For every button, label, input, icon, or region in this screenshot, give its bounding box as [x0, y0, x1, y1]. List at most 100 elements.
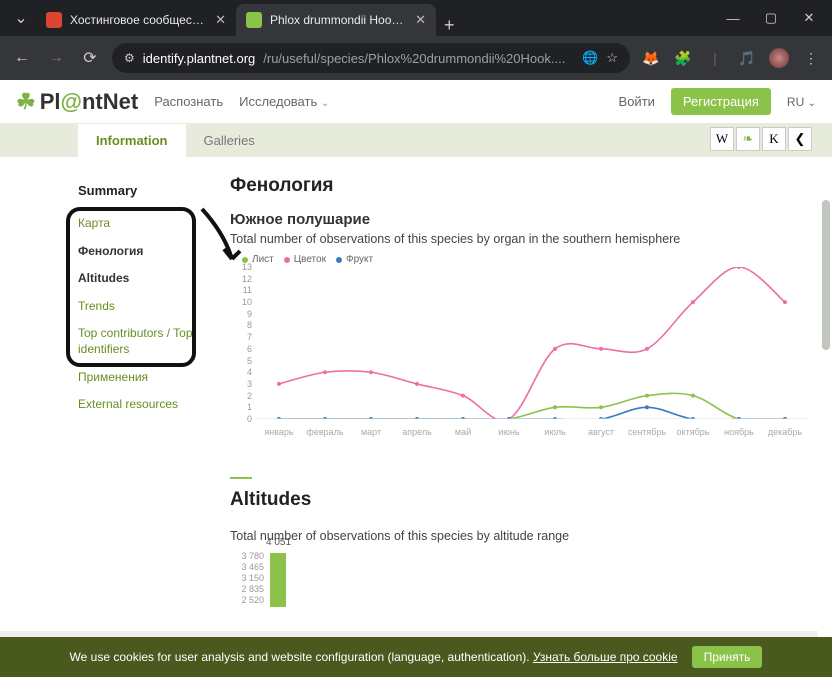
y-tick: 0: [234, 414, 252, 424]
tab-list-chevron[interactable]: ⌄: [6, 0, 36, 36]
k-icon[interactable]: K: [762, 127, 786, 151]
login-link[interactable]: Войти: [619, 94, 655, 109]
x-tick: март: [348, 427, 394, 437]
url-host: identify.plantnet.org: [143, 51, 256, 66]
favicon: [46, 12, 62, 28]
y-tick: 6: [234, 344, 252, 354]
tab-title: Phlox drummondii Hook., Флок: [270, 13, 407, 27]
data-point[interactable]: [783, 300, 787, 304]
main: Summary Карта Фенология Altitudes Trends…: [0, 157, 832, 607]
altitudes-desc: Total number of observations of this spe…: [230, 529, 808, 543]
data-point[interactable]: [369, 370, 373, 374]
data-point[interactable]: [461, 394, 465, 398]
cookie-text: We use cookies for user analysis and web…: [70, 650, 678, 664]
data-point[interactable]: [691, 300, 695, 304]
sidebar-item-uses[interactable]: Применения: [78, 364, 196, 392]
section-divider: [230, 477, 252, 479]
scrollbar-thumb[interactable]: [822, 200, 830, 350]
divider-icon: |: [704, 47, 726, 69]
tab-galleries[interactable]: Galleries: [186, 124, 273, 157]
profile-avatar[interactable]: [768, 47, 790, 69]
data-point[interactable]: [277, 382, 281, 386]
close-icon[interactable]: ✕: [215, 12, 226, 28]
legend-item-fruit[interactable]: Фрукт: [336, 254, 373, 265]
bookmark-icon[interactable]: ☆: [606, 50, 618, 66]
logo[interactable]: ☘ Pl@ntNet: [16, 89, 138, 115]
favicon: [246, 12, 262, 28]
data-point[interactable]: [553, 347, 557, 351]
legend-dot-icon: [336, 257, 342, 263]
x-tick: февраль: [302, 427, 348, 437]
x-tick: декабрь: [762, 427, 808, 437]
legend-dot-icon: [284, 257, 290, 263]
nav-identify[interactable]: Распознать: [154, 94, 223, 109]
media-control-icon[interactable]: 🎵: [736, 47, 758, 69]
close-icon[interactable]: ✕: [415, 12, 426, 28]
legend-item-flower[interactable]: Цветок: [284, 254, 326, 265]
x-tick: ноябрь: [716, 427, 762, 437]
altitude-bar: [270, 553, 286, 607]
menu-icon[interactable]: ⋮: [800, 47, 822, 69]
reload-button[interactable]: ⟳: [78, 48, 102, 68]
chevron-down-icon: ⌄: [808, 98, 816, 109]
sidebar-item-trends[interactable]: Trends: [78, 293, 196, 321]
data-point[interactable]: [691, 394, 695, 398]
extension-metamask-icon[interactable]: 🦊: [640, 47, 662, 69]
language-select[interactable]: RU ⌄: [787, 95, 816, 109]
sidebar-item-contributors[interactable]: Top contributors / Top identifiers: [78, 320, 196, 363]
subsection-desc: Total number of observations of this spe…: [230, 232, 808, 246]
content: Фенология Южное полушарие Total number o…: [190, 161, 832, 607]
alt-y-tick: 3 780: [234, 551, 264, 561]
y-tick: 12: [234, 274, 252, 284]
extensions-icon[interactable]: 🧩: [672, 47, 694, 69]
close-window-button[interactable]: ✕: [792, 6, 826, 30]
x-tick: июль: [532, 427, 578, 437]
forward-button[interactable]: →: [44, 49, 68, 67]
y-tick: 9: [234, 309, 252, 319]
site-header: ☘ Pl@ntNet Распознать Исследовать ⌄ Войт…: [0, 80, 832, 123]
data-point[interactable]: [553, 405, 557, 409]
sidebar-item-map[interactable]: Карта: [78, 210, 196, 238]
altitudes-chart: 4 051 3 7803 4653 1502 8352 520: [234, 551, 808, 607]
x-tick: октябрь: [670, 427, 716, 437]
nav-explore[interactable]: Исследовать ⌄: [239, 94, 329, 109]
alt-y-tick: 3 150: [234, 573, 264, 583]
data-point[interactable]: [599, 405, 603, 409]
x-tick: июнь: [486, 427, 532, 437]
phenology-chart: январьфевральмартапрельмайиюньиюльавгуст…: [234, 267, 808, 437]
address-bar[interactable]: ⚙ identify.plantnet.org/ru/useful/specie…: [112, 43, 630, 73]
sidebar-item-external[interactable]: External resources: [78, 391, 196, 419]
data-point[interactable]: [645, 347, 649, 351]
minimize-button[interactable]: —: [716, 6, 750, 30]
register-button[interactable]: Регистрация: [671, 88, 771, 115]
x-tick: апрель: [394, 427, 440, 437]
translate-icon[interactable]: 🌐: [582, 50, 598, 66]
share-icon[interactable]: ❮: [788, 127, 812, 151]
wikipedia-icon[interactable]: W: [710, 127, 734, 151]
back-button[interactable]: ←: [10, 49, 34, 67]
maximize-button[interactable]: ▢: [754, 6, 788, 30]
data-point[interactable]: [323, 370, 327, 374]
page: ☘ Pl@ntNet Распознать Исследовать ⌄ Войт…: [0, 80, 832, 677]
browser-tab-1[interactable]: Phlox drummondii Hook., Флок ✕: [236, 4, 436, 36]
data-point[interactable]: [645, 405, 649, 409]
browser-tab-0[interactable]: Хостинговое сообщество «Tim ✕: [36, 4, 236, 36]
tab-information[interactable]: Information: [78, 124, 186, 157]
sidebar-summary[interactable]: Summary: [78, 173, 196, 210]
sidebar-item-altitudes[interactable]: Altitudes: [78, 265, 196, 293]
window-controls: — ▢ ✕: [716, 6, 826, 30]
y-tick: 10: [234, 297, 252, 307]
site-info-icon[interactable]: ⚙: [124, 51, 135, 65]
cookie-accept-button[interactable]: Принять: [692, 646, 763, 668]
data-point[interactable]: [737, 267, 741, 269]
leaf-link-icon[interactable]: ❧: [736, 127, 760, 151]
new-tab-button[interactable]: +: [436, 15, 463, 36]
y-tick: 5: [234, 356, 252, 366]
data-point[interactable]: [645, 394, 649, 398]
x-tick: сентябрь: [624, 427, 670, 437]
x-tick: август: [578, 427, 624, 437]
cookie-more-link[interactable]: Узнать больше про cookie: [533, 650, 678, 664]
data-point[interactable]: [599, 347, 603, 351]
data-point[interactable]: [415, 382, 419, 386]
sidebar-item-phenology[interactable]: Фенология: [78, 238, 196, 266]
